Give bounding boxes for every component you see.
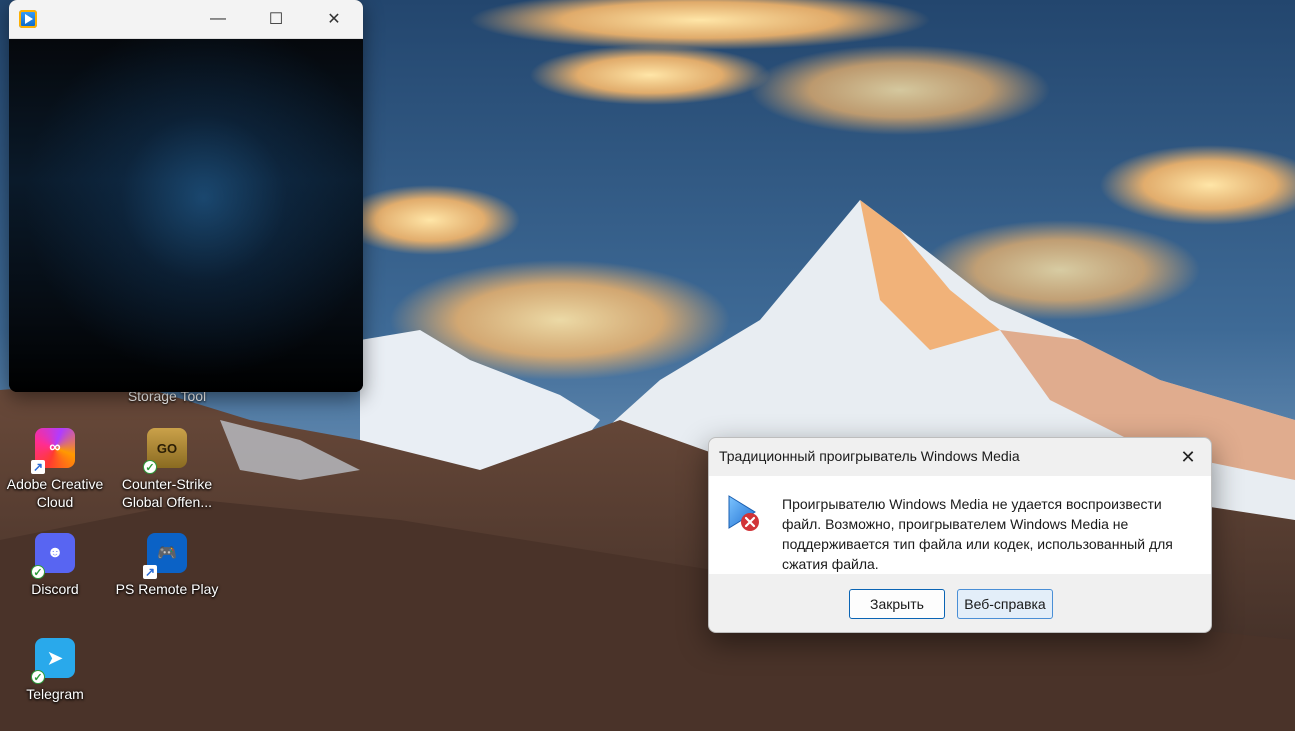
sync-check-icon: ✓	[31, 670, 45, 684]
minimize-button[interactable]: —	[189, 0, 247, 38]
desktop-icon-telegram[interactable]: ➤ ✓ Telegram	[0, 638, 110, 704]
desktop-icon-label: Discord	[31, 581, 79, 597]
maximize-button[interactable]: ☐	[247, 0, 305, 38]
dialog-message: Проигрывателю Windows Media не удается в…	[782, 496, 1173, 572]
close-icon: ✕	[327, 11, 341, 28]
desktop-icon-discord[interactable]: ☻ ✓ Discord	[0, 533, 110, 599]
desktop-icon-adobe-creative-cloud[interactable]: ∞ ↗ Adobe Creative Cloud	[0, 428, 110, 514]
sync-check-icon: ✓	[143, 460, 157, 474]
desktop-icon-label: Counter-Strike	[121, 476, 213, 492]
dialog-title: Традиционный проигрыватель Windows Media	[719, 448, 1020, 464]
maximize-icon: ☐	[268, 11, 284, 28]
ps-remote-play-icon: 🎮 ↗	[143, 533, 187, 579]
desktop-icon-counter-strike[interactable]: GO ✓ Counter-Strike Global Offen...	[112, 428, 222, 514]
media-player-window[interactable]: — ☐ ✕	[9, 0, 363, 392]
discord-icon: ☻ ✓	[31, 533, 75, 579]
desktop-icon-ps-remote-play[interactable]: 🎮 ↗ PS Remote Play	[112, 533, 222, 599]
minimize-icon: —	[210, 10, 226, 27]
desktop-icon-label: Telegram	[26, 686, 84, 702]
video-area[interactable]	[9, 39, 363, 392]
web-help-button[interactable]: Веб-справка	[957, 589, 1053, 619]
sync-check-icon: ✓	[31, 565, 45, 579]
shortcut-arrow-icon: ↗	[143, 565, 157, 579]
dialog-body: Проигрывателю Windows Media не удается в…	[709, 476, 1211, 574]
desktop-icon-label: Cloud	[36, 494, 74, 510]
dialog-close-button[interactable]: ✕	[1173, 444, 1203, 470]
telegram-icon: ➤ ✓	[31, 638, 75, 684]
shortcut-arrow-icon: ↗	[31, 460, 45, 474]
media-error-icon	[725, 494, 761, 534]
windows-media-player-icon	[19, 10, 37, 28]
media-player-titlebar[interactable]: — ☐ ✕	[9, 0, 363, 39]
error-dialog[interactable]: Традиционный проигрыватель Windows Media…	[708, 437, 1212, 633]
counter-strike-icon: GO ✓	[143, 428, 187, 474]
close-dialog-button[interactable]: Закрыть	[849, 589, 945, 619]
close-icon: ✕	[1180, 446, 1196, 467]
close-button[interactable]: ✕	[305, 0, 363, 38]
desktop-icon-label: Global Offen...	[121, 494, 212, 510]
desktop-icon-label: PS Remote Play	[115, 581, 219, 597]
desktop-icon-label: Adobe Creative	[6, 476, 104, 492]
adobe-creative-cloud-icon: ∞ ↗	[31, 428, 75, 474]
